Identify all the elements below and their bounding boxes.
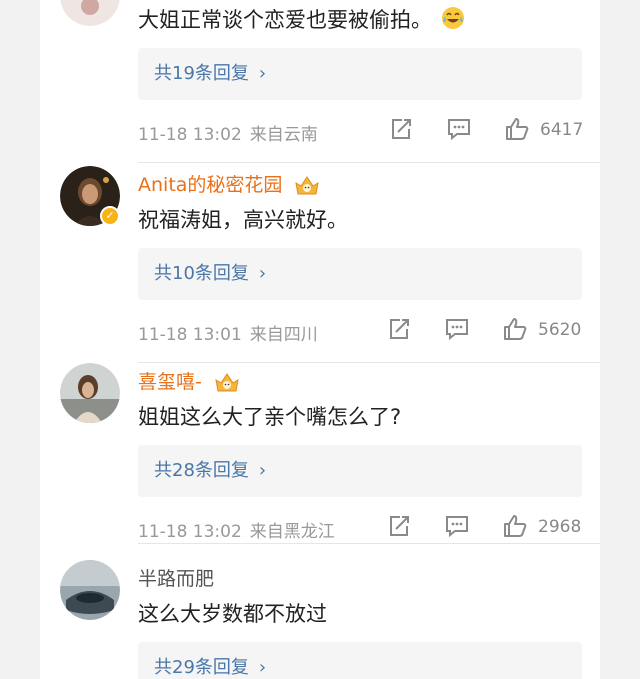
avatar[interactable]: ✓	[60, 166, 120, 226]
like-count: 5620	[538, 320, 582, 340]
share-icon[interactable]	[386, 316, 412, 342]
replies-link[interactable]: 共29条回复 ›	[138, 642, 582, 679]
replies-link[interactable]: 共19条回复 ›	[138, 48, 582, 100]
username-row: Anita的秘密花园	[138, 170, 320, 198]
comment-icon[interactable]	[444, 513, 470, 539]
comment-text: 姐姐这么大了亲个嘴怎么了?	[138, 405, 402, 429]
replies-label: 共29条回复	[154, 657, 249, 678]
comment-location: 来自四川	[249, 325, 318, 345]
replies-label: 共10条回复	[154, 263, 249, 284]
avatar[interactable]	[60, 560, 120, 620]
comment-time: 11-18 13:01	[138, 325, 242, 345]
comment-text: 祝福涛姐，高兴就好。	[138, 208, 348, 232]
username[interactable]: 喜玺嘻-	[138, 371, 202, 393]
username-row: 半路而肥	[138, 564, 214, 591]
like-count: 2968	[538, 517, 582, 537]
comment-location: 来自云南	[249, 125, 318, 145]
share-icon[interactable]	[386, 513, 412, 539]
replies-link[interactable]: 共10条回复 ›	[138, 248, 582, 300]
thumbs-up-icon[interactable]	[502, 316, 528, 342]
laugh-cry-icon	[441, 7, 464, 29]
avatar-image	[60, 560, 120, 620]
comment-icon[interactable]	[444, 316, 470, 342]
thumbs-up-icon[interactable]	[502, 513, 528, 539]
share-icon[interactable]	[388, 116, 414, 142]
divider	[138, 543, 600, 544]
avatar[interactable]	[60, 363, 120, 423]
chevron-right-icon: ›	[258, 263, 267, 284]
comment-time: 11-18 13:02	[138, 522, 242, 542]
comment-text: 大姐正常谈个恋爱也要被偷拍。	[138, 8, 432, 32]
comment-text: 这么大岁数都不放过	[138, 602, 327, 626]
chevron-right-icon: ›	[258, 657, 267, 678]
avatar[interactable]	[60, 0, 120, 26]
chevron-right-icon: ›	[258, 63, 267, 84]
chevron-right-icon: ›	[258, 460, 267, 481]
replies-link[interactable]: 共28条回复 ›	[138, 445, 582, 497]
verified-icon: ✓	[100, 206, 120, 226]
replies-label: 共19条回复	[154, 63, 249, 84]
comment-list: 大姐正常谈个恋爱也要被偷拍。 共19条回复 › 11-18 13:02 来自云南	[40, 0, 600, 679]
crown-badge-icon	[295, 175, 320, 194]
username[interactable]: 半路而肥	[138, 568, 214, 590]
comment-time: 11-18 13:02	[138, 125, 242, 145]
username-row: 喜玺嘻-	[138, 367, 240, 395]
avatar-image	[60, 363, 120, 423]
username[interactable]: Anita的秘密花园	[138, 174, 282, 196]
divider	[138, 362, 600, 363]
comment-meta: 11-18 13:02 来自云南	[138, 120, 318, 145]
replies-label: 共28条回复	[154, 460, 249, 481]
comment-meta: 11-18 13:01 来自四川	[138, 320, 318, 345]
like-count: 6417	[540, 120, 584, 140]
comment-location: 来自黑龙江	[249, 522, 335, 542]
comment-meta: 11-18 13:02 来自黑龙江	[138, 517, 335, 542]
thumbs-up-icon[interactable]	[504, 116, 530, 142]
avatar-image	[60, 0, 120, 26]
comment-icon[interactable]	[446, 116, 472, 142]
app-root: 大姐正常谈个恋爱也要被偷拍。 共19条回复 › 11-18 13:02 来自云南	[0, 0, 640, 679]
divider	[138, 162, 600, 163]
comment-text-row: 大姐正常谈个恋爱也要被偷拍。	[138, 4, 465, 34]
crown-badge-icon	[215, 372, 239, 391]
